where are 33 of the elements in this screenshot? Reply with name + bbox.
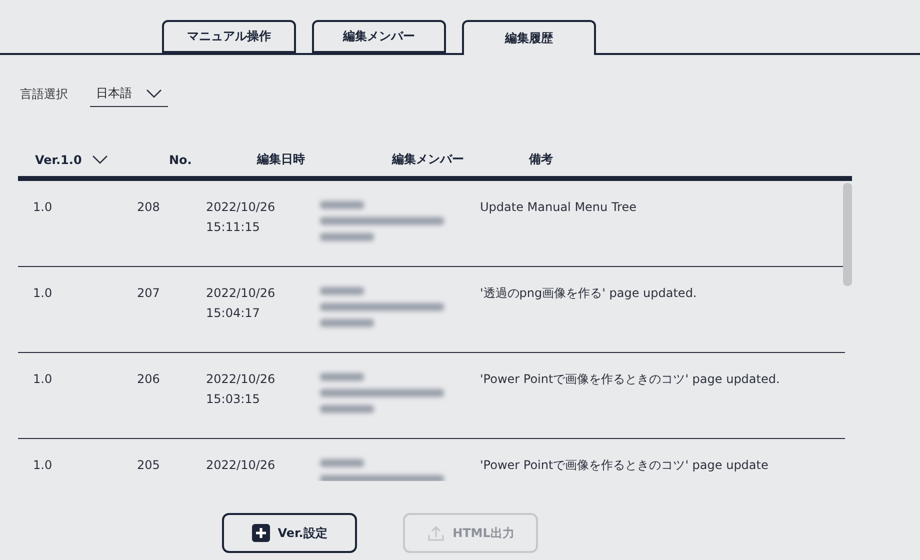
scrollbar[interactable] — [843, 183, 852, 286]
table-cell-text: '透過のpng画像を作る' page updated. — [480, 285, 698, 302]
sort-button[interactable] — [92, 155, 108, 164]
language-select[interactable]: 日本語 — [90, 81, 168, 107]
language-label: 言語選択 — [20, 86, 68, 102]
table-cell-text: 205 — [137, 457, 161, 474]
table-cell-text: 2022/10/26 15:04:17 — [206, 285, 276, 322]
table-cell-text: 2022/10/26 15:03:15 — [206, 371, 276, 408]
tab[interactable]: マニュアル操作 — [162, 20, 296, 53]
plus-icon — [252, 524, 270, 542]
chevron-down-icon — [92, 155, 108, 164]
table-cell-text: 1.0 — [32, 199, 54, 216]
tab[interactable]: 編集メンバー — [312, 20, 446, 53]
chevron-down-icon — [146, 89, 162, 98]
column-header: Ver.1.0 — [35, 152, 82, 166]
table-cell-text: 208 — [137, 199, 161, 216]
table-cell-text: 1.0 — [32, 457, 54, 474]
table-cell-text: 'Power Pointで画像を作るときのコツ' page updated. — [480, 371, 780, 388]
table-cell-text: 2022/10/26 — [206, 457, 276, 474]
column-header: 編集メンバー — [392, 151, 464, 168]
table-cell-text: 1.0 — [32, 371, 54, 388]
upload-icon — [426, 524, 445, 542]
column-header: 編集日時 — [257, 151, 305, 168]
column-header: 備考 — [529, 151, 553, 168]
table-cell-text: 'Power Pointで画像を作るときのコツ' page update — [480, 457, 770, 474]
column-header: No. — [169, 152, 192, 166]
table-cell-text: Update Manual Menu Tree — [480, 199, 638, 216]
table-cell-text: 206 — [137, 371, 161, 388]
add-button[interactable]: Ver.設定 — [222, 513, 357, 553]
table-cell-text: 2022/10/26 15:11:15 — [206, 199, 276, 236]
table-cell-text: 1.0 — [32, 285, 54, 302]
table-cell-text: 207 — [137, 285, 161, 302]
tab[interactable]: 編集履歴 — [462, 20, 596, 55]
